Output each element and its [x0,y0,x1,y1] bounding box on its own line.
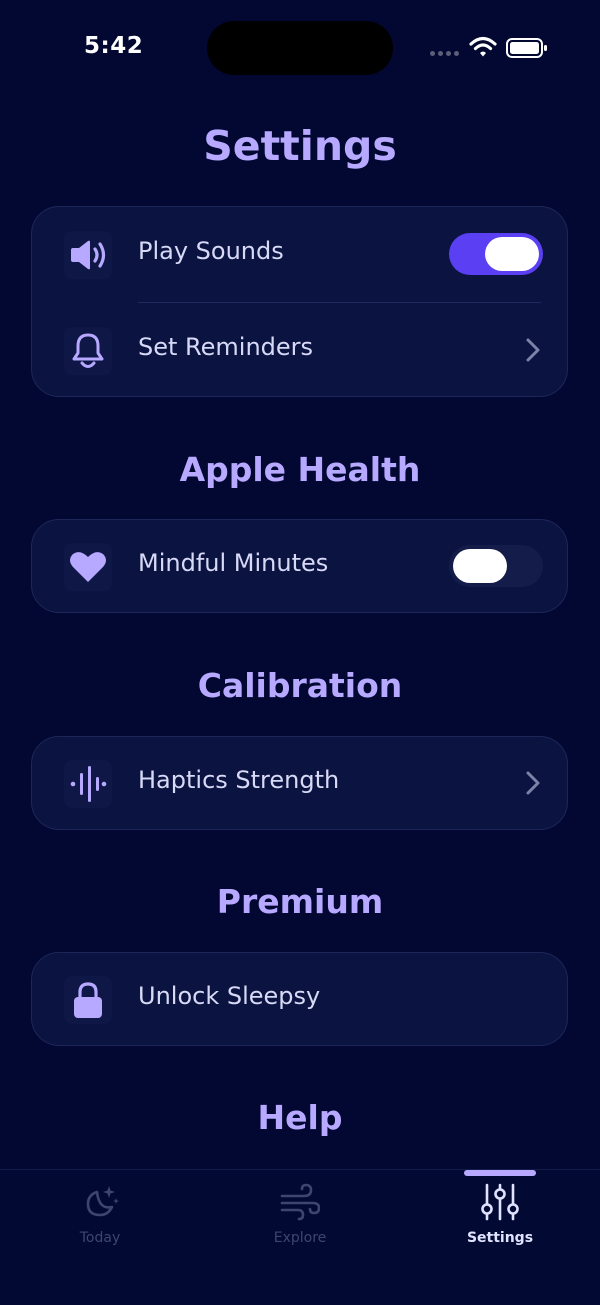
heart-icon [64,543,112,591]
mindful-minutes-row: Mindful Minutes [32,519,567,615]
play-sounds-label: Play Sounds [138,237,284,265]
tab-explore-label: Explore [273,1230,327,1246]
tab-explore[interactable]: Explore [200,1170,400,1270]
page-title: Settings [203,122,397,170]
chevron-right-icon [526,771,540,795]
tab-today-label: Today [79,1230,121,1246]
speaker-icon [64,231,112,279]
toggle-knob [485,237,539,271]
help-title: Help [257,1098,343,1137]
toggle-knob [453,549,507,583]
unlock-sleepsy-row[interactable]: Unlock Sleepsy [32,952,567,1048]
dynamic-island [207,21,393,75]
set-reminders-row[interactable]: Set Reminders [32,303,567,399]
active-tab-indicator [464,1170,536,1176]
waveform-icon [64,760,112,808]
calibration-title: Calibration [197,666,403,705]
tab-settings-label: Settings [466,1230,534,1246]
sliders-icon [481,1183,519,1221]
set-reminders-label: Set Reminders [138,333,314,361]
lock-icon [64,976,112,1024]
play-sounds-toggle[interactable] [449,233,543,275]
wind-icon [280,1183,320,1221]
play-sounds-row: Play Sounds [32,207,567,303]
moon-stars-icon [86,1186,119,1217]
battery-icon [506,38,547,58]
apple-health-title: Apple Health [179,450,421,489]
status-time: 5:42 [84,33,144,59]
premium-card: Unlock Sleepsy [31,952,568,1046]
cellular-signal-icon [430,51,460,57]
tab-bar: Today Explore Settings [0,1169,600,1305]
mindful-minutes-toggle[interactable] [449,545,543,587]
tab-today[interactable]: Today [0,1170,200,1270]
premium-title: Premium [216,882,384,921]
tab-settings[interactable]: Settings [400,1170,600,1270]
haptics-strength-row[interactable]: Haptics Strength [32,736,567,832]
bell-icon [64,327,112,375]
unlock-sleepsy-label: Unlock Sleepsy [138,982,321,1010]
wifi-icon [469,36,497,57]
mindful-minutes-label: Mindful Minutes [138,549,329,577]
chevron-right-icon [526,338,540,362]
general-settings-card: Play Sounds Set Reminders [31,206,568,397]
haptics-strength-label: Haptics Strength [138,766,340,794]
calibration-card: Haptics Strength [31,736,568,830]
apple-health-card: Mindful Minutes [31,519,568,613]
status-bar: 5:42 [0,0,600,100]
